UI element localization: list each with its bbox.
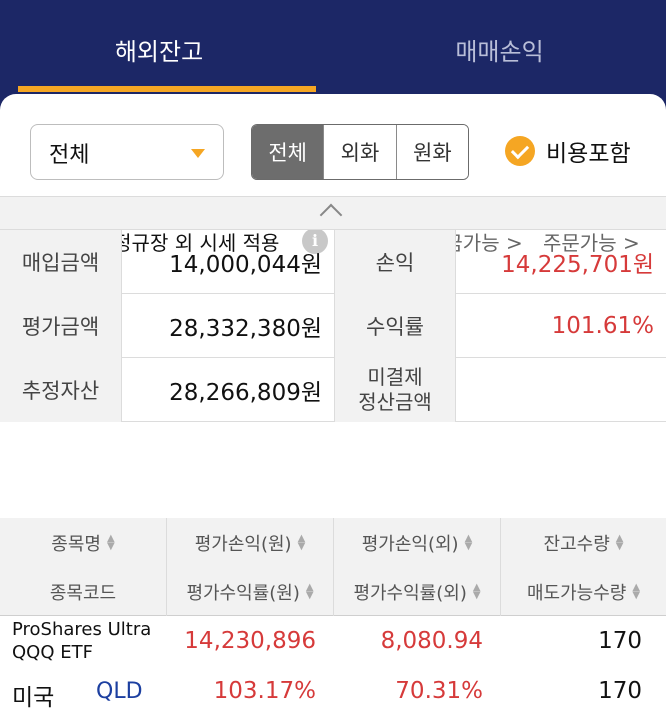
tab-trade-pnl[interactable]: 매매손익 [333,32,666,67]
col-pnl-krw-header[interactable]: 평가손익(원) ▲ ▼ [166,518,333,567]
return-rate-value: 101.61% [551,313,654,339]
col-pnl-fx-header[interactable]: 평가손익(외) ▲ ▼ [333,518,500,567]
tab-overseas-balance[interactable]: 해외잔고 [0,32,318,67]
unsettled-amount-value [456,358,666,422]
col-header-label: 평가수익률(외) [353,582,467,604]
col-header-label: 종목코드 [49,582,117,604]
col-header-label: 평가수익률(원) [186,582,300,604]
purchase-amount-label: 매입금액 [0,230,122,294]
chevron-up-icon [319,203,343,227]
pnl-label: 손익 [334,230,456,294]
sort-icon: ▲ ▼ [464,532,473,552]
return-krw-value: 103.17% [213,678,316,704]
account-type-dropdown[interactable]: 전체 [30,124,224,180]
col-return-krw-header[interactable]: 평가수익률(원) ▲ ▼ [166,567,333,616]
est-assets-label: 추정자산 [0,358,122,422]
pnl-krw-value: 14,230,896 [184,628,316,654]
holdings-header: 종목명 ▲ ▼ 평가손익(원) ▲ ▼ 평가손익(외) ▲ ▼ 잔고수량 ▲ ▼ 종목코… [0,518,666,616]
sort-icon: ▲ ▼ [615,532,624,552]
unsettled-label-line2: 정산금액 [358,390,432,414]
return-rate-label: 수익률 [334,294,456,358]
col-header-label: 잔고수량 [543,533,610,555]
sort-icon: ▲ ▼ [106,532,115,552]
col-header-label: 매도가능수량 [526,582,627,604]
col-header-label: 종목명 [51,533,101,555]
pnl-value: 14,225,701원 [501,252,654,278]
segment-krw[interactable]: 원화 [395,125,468,179]
stock-name: ProShares Ultra QQQ ETF [12,619,152,663]
col-stock-code-header[interactable]: 종목코드 [0,567,166,616]
sort-icon: ▲ ▼ [632,581,641,601]
include-fees-label[interactable]: 비용포함 [546,134,631,168]
pnl-fx-value: 8,080.94 [380,628,483,654]
dropdown-value: 전체 [49,143,90,168]
est-assets-value: 28,266,809원 [169,380,322,406]
currency-segmented-control: 전체 외화 원화 [251,124,469,180]
unsettled-amount-label: 미결제 정산금액 [334,358,456,422]
sort-icon: ▲ ▼ [297,532,306,552]
sort-icon: ▲ ▼ [472,581,481,601]
eval-amount-value: 28,332,380원 [169,316,322,342]
caret-down-icon [191,149,205,158]
summary-row: 추정자산 28,266,809원 미결제 정산금액 [0,358,666,422]
sellable-qty-value: 170 [598,678,642,704]
holding-row[interactable]: ProShares Ultra QQQ ETF 미국 QLD 14,230,89… [0,616,666,715]
stock-market: 미국 [12,685,55,711]
sort-icon: ▲ ▼ [305,581,314,601]
col-sellable-qty-header[interactable]: 매도가능수량 ▲ ▼ [500,567,666,616]
segment-foreign[interactable]: 외화 [323,125,396,179]
eval-amount-label: 평가금액 [0,294,122,358]
stock-code[interactable]: QLD [96,679,143,704]
col-stock-name-header[interactable]: 종목명 ▲ ▼ [0,518,166,567]
include-fees-check-icon[interactable] [505,136,535,166]
col-header-label: 평가손익(외) [361,533,459,555]
collapse-toggle[interactable] [0,196,666,230]
summary-row: 평가금액 28,332,380원 수익률 101.61% [0,294,666,358]
col-header-label: 평가손익(원) [194,533,292,555]
col-qty-header[interactable]: 잔고수량 ▲ ▼ [500,518,666,567]
purchase-amount-value: 14,000,044원 [169,252,322,278]
active-tab-indicator [18,86,316,92]
col-return-fx-header[interactable]: 평가수익률(외) ▲ ▼ [333,567,500,616]
summary-table: 매입금액 14,000,044원 손익 14,225,701원 평가금액 28,… [0,230,666,422]
unsettled-label-line1: 미결제 [367,365,423,389]
return-fx-value: 70.31% [395,678,483,704]
summary-row: 매입금액 14,000,044원 손익 14,225,701원 [0,230,666,294]
qty-value: 170 [598,628,642,654]
segment-all[interactable]: 전체 [252,125,324,179]
